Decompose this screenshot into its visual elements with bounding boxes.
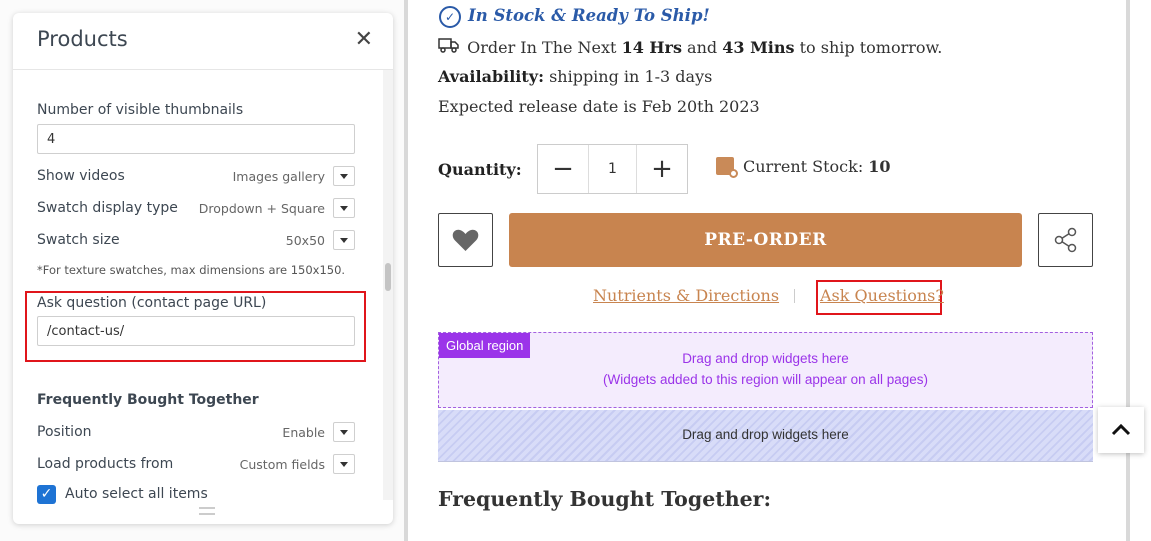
quantity-label: Quantity:	[438, 160, 522, 179]
auto-select-checkbox[interactable]: ✓	[37, 485, 56, 504]
availability-label: Availability:	[438, 67, 544, 86]
ask-question-label: Ask question (contact page URL)	[37, 295, 267, 311]
thumbnails-input[interactable]: 4	[37, 124, 355, 154]
fbt-position-dropdown[interactable]	[333, 422, 355, 442]
ask-questions-link[interactable]: Ask Questions?	[820, 286, 944, 305]
ask-question-input[interactable]: /contact-us/	[37, 316, 355, 346]
order-mins: 43 Mins	[722, 38, 795, 57]
global-region-subtext: (Widgets added to this region will appea…	[603, 372, 928, 387]
truck-icon	[438, 37, 462, 57]
quantity-stepper: − 1 +	[537, 144, 688, 194]
shipping-countdown: Order In The Next 14 Hrs and 43 Mins to …	[438, 37, 942, 57]
release-date: Expected release date is Feb 20th 2023	[438, 97, 760, 116]
products-settings-panel: Products ✕ Number of visible thumbnails …	[13, 13, 393, 524]
preview-right-border	[1126, 0, 1130, 541]
swatch-type-dropdown[interactable]	[333, 198, 355, 218]
panel-title: Products	[37, 27, 128, 51]
swatch-size-value: 50x50	[285, 233, 325, 248]
heart-icon	[452, 229, 479, 251]
swatch-type-label: Swatch display type	[37, 200, 178, 216]
stock-status: In Stock & Ready To Ship!	[468, 6, 710, 25]
check-circle-icon: ✓	[439, 6, 461, 28]
preorder-button[interactable]: PRE-ORDER	[509, 213, 1022, 267]
fbt-section-title: Frequently Bought Together	[37, 392, 259, 408]
quantity-decrease-button[interactable]: −	[538, 145, 589, 193]
nutrients-link[interactable]: Nutrients & Directions	[593, 286, 779, 305]
auto-select-label: Auto select all items	[65, 486, 208, 502]
scroll-to-top-button[interactable]	[1098, 407, 1144, 453]
fbt-heading: Frequently Bought Together:	[438, 487, 772, 511]
load-from-dropdown[interactable]	[333, 454, 355, 474]
current-stock-label: Current Stock:	[743, 157, 864, 176]
availability-row: Availability: shipping in 1-3 days	[438, 67, 712, 86]
panel-scrollbar[interactable]	[383, 70, 393, 500]
texture-note: *For texture swatches, max dimensions ar…	[37, 263, 346, 277]
preview-left-border	[404, 0, 408, 541]
stock-box-icon	[716, 157, 738, 178]
fbt-position-label: Position	[37, 424, 92, 440]
global-region-dropzone[interactable]: Global region Drag and drop widgets here…	[438, 332, 1093, 408]
link-separator	[794, 289, 795, 303]
panel-header: Products ✕	[13, 13, 393, 70]
panel-body: Number of visible thumbnails 4 Show vide…	[13, 70, 383, 510]
chevron-up-icon	[1111, 423, 1131, 436]
resize-grip-icon[interactable]	[199, 507, 215, 515]
show-videos-dropdown[interactable]	[333, 166, 355, 186]
wishlist-button[interactable]	[438, 213, 493, 267]
swatch-size-label: Swatch size	[37, 232, 120, 248]
show-videos-label: Show videos	[37, 168, 125, 184]
order-and: and	[687, 38, 718, 57]
share-button[interactable]	[1038, 213, 1093, 267]
widget-dropzone[interactable]: Drag and drop widgets here	[438, 410, 1093, 462]
close-icon[interactable]: ✕	[355, 29, 373, 51]
swatch-type-value: Dropdown + Square	[198, 201, 325, 216]
current-stock-value: 10	[868, 157, 891, 176]
dropzone-text: Drag and drop widgets here	[682, 427, 849, 442]
swatch-size-dropdown[interactable]	[333, 230, 355, 250]
fbt-position-value: Enable	[282, 425, 325, 440]
show-videos-value: Images gallery	[232, 169, 325, 184]
order-prefix: Order In The Next	[467, 38, 617, 57]
global-region-text: Drag and drop widgets here	[682, 351, 849, 366]
current-stock: Current Stock: 10	[743, 157, 891, 176]
order-suffix: to ship tomorrow.	[799, 38, 943, 57]
load-from-value: Custom fields	[239, 457, 325, 472]
order-hrs: 14 Hrs	[621, 38, 682, 57]
load-from-label: Load products from	[37, 456, 174, 472]
quantity-input[interactable]: 1	[588, 145, 637, 193]
thumbnails-label: Number of visible thumbnails	[37, 102, 244, 118]
quantity-increase-button[interactable]: +	[636, 145, 687, 193]
availability-value: shipping in 1-3 days	[549, 67, 713, 86]
panel-scrollbar-thumb[interactable]	[385, 263, 391, 291]
share-icon	[1054, 227, 1077, 253]
